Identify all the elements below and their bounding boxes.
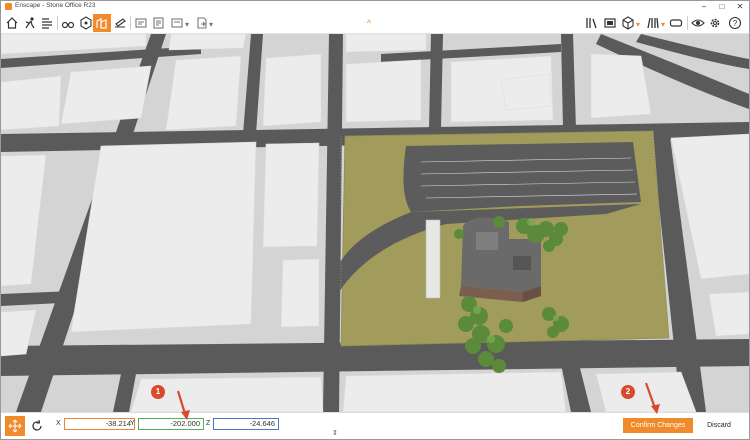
move-tool-button[interactable] <box>5 416 25 436</box>
binoculars-button[interactable] <box>59 14 77 32</box>
walk-mode-icon <box>25 17 35 29</box>
home-icon <box>6 17 18 29</box>
vr-headset-icon <box>669 19 683 27</box>
settings-button[interactable] <box>706 14 724 32</box>
library-button[interactable] <box>583 14 601 32</box>
walk-mode-button[interactable] <box>21 14 39 32</box>
sketch-button[interactable] <box>111 14 129 32</box>
render-viewport[interactable] <box>1 34 749 412</box>
batch-render-icon <box>153 17 164 29</box>
asset-transform-bar: X -38.214 Y -202.000 Z -24.646 ⇕ Confirm… <box>1 412 749 439</box>
z-coordinate-input[interactable]: -24.646 <box>213 418 279 430</box>
main-toolbar: ▾ ▾ ^ ▾ ▾ ? <box>1 12 749 34</box>
close-button[interactable]: ✕ <box>731 1 749 12</box>
books-dropdown-icon[interactable]: ▾ <box>661 20 665 29</box>
move-arrows-icon <box>8 419 22 433</box>
visual-settings-icon <box>691 19 705 27</box>
toolbar-separator <box>57 16 58 30</box>
settings-icon <box>710 18 720 28</box>
cube-icon <box>622 16 634 30</box>
materials-icon <box>604 18 616 28</box>
home-button[interactable] <box>3 14 21 32</box>
vr-headset-button[interactable] <box>667 14 685 32</box>
books-button[interactable] <box>644 14 662 32</box>
discard-button[interactable]: Discard <box>699 418 739 433</box>
callout-badge-1: 1 <box>151 385 165 399</box>
minimize-button[interactable]: – <box>695 1 713 12</box>
x-axis-label: X <box>56 420 61 427</box>
binoculars-icon <box>61 21 75 29</box>
video-editor-dropdown-icon[interactable]: ▾ <box>185 20 189 29</box>
export-dropdown-icon[interactable]: ▾ <box>209 20 213 29</box>
asset-cube-button[interactable] <box>619 14 637 32</box>
x-coordinate-input[interactable]: -38.214 <box>64 418 135 430</box>
materials-button[interactable] <box>601 14 619 32</box>
books-icon <box>647 17 659 29</box>
maximize-button[interactable]: □ <box>713 1 731 12</box>
callout-arrow-1 <box>176 390 190 420</box>
export-icon <box>197 17 207 29</box>
confirm-changes-button[interactable]: Confirm Changes <box>623 418 693 433</box>
toolbar-separator <box>130 16 131 30</box>
svg-text:?: ? <box>733 19 738 28</box>
y-coordinate-input[interactable]: -202.000 <box>138 418 204 430</box>
visual-settings-button[interactable] <box>689 14 707 32</box>
toolbar-separator <box>687 16 688 30</box>
video-editor-icon <box>171 18 183 28</box>
views-list-button[interactable] <box>38 14 56 32</box>
views-list-icon <box>42 18 52 29</box>
sketch-icon <box>115 18 126 28</box>
city-scene <box>1 34 749 412</box>
help-button[interactable]: ? <box>726 14 744 32</box>
help-icon: ? <box>728 16 742 30</box>
callout-badge-2: 2 <box>621 385 635 399</box>
rotate-tool-button[interactable] <box>28 417 46 435</box>
library-icon <box>586 18 597 29</box>
asset-placement-icon <box>96 18 107 29</box>
batch-render-button[interactable] <box>150 14 168 32</box>
callout-arrow-2 <box>644 382 660 414</box>
asset-placement-button[interactable] <box>93 14 111 32</box>
title-bar: Enscape - Stone Office R23 – □ ✕ <box>1 1 749 12</box>
drag-handle-icon[interactable]: ⇕ <box>332 429 338 437</box>
screenshot-icon <box>135 18 147 28</box>
reference-icon <box>80 16 92 30</box>
enscape-logo-icon <box>5 3 12 10</box>
screenshot-button[interactable] <box>132 14 150 32</box>
collapse-chevron-icon[interactable]: ^ <box>367 18 371 28</box>
enscape-window: Enscape - Stone Office R23 – □ ✕ ▾ ▾ ^ ▾… <box>0 0 750 440</box>
window-title: Enscape - Stone Office R23 <box>15 2 96 9</box>
cube-dropdown-icon[interactable]: ▾ <box>636 20 640 29</box>
z-axis-label: Z <box>206 420 211 427</box>
rotate-icon <box>32 419 42 431</box>
y-axis-label: Y <box>130 420 135 427</box>
